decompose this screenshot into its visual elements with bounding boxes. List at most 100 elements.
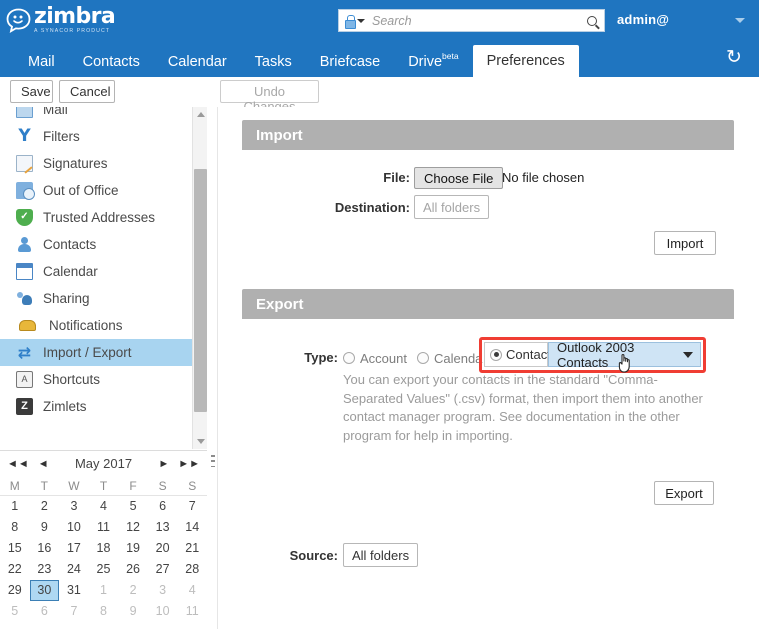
calendar-day[interactable]: 1 [0, 496, 30, 517]
calendar-day[interactable]: 7 [177, 496, 207, 517]
tab-calendar[interactable]: Calendar [154, 46, 241, 77]
account-name[interactable]: admin@ [617, 12, 669, 27]
tab-preferences[interactable]: Preferences [472, 45, 579, 77]
tab-briefcase[interactable]: Briefcase [306, 46, 394, 77]
calendar-day[interactable]: 17 [59, 538, 89, 559]
calendar-day[interactable]: 15 [0, 538, 30, 559]
export-button[interactable]: Export [654, 481, 714, 505]
calendar-day[interactable]: 13 [148, 517, 178, 538]
radio-option-account[interactable]: Account [343, 351, 407, 366]
destination-folder-select[interactable]: All folders [414, 195, 490, 219]
double-chevron-left-icon[interactable]: ◄◄ [7, 458, 29, 470]
calendar-day[interactable]: 25 [89, 559, 119, 580]
search-bar[interactable] [338, 9, 605, 32]
calendar-day[interactable]: 10 [148, 601, 178, 622]
calendar-day[interactable]: 28 [177, 559, 207, 580]
calendar-day[interactable]: 1 [89, 580, 119, 601]
scroll-down-button[interactable] [193, 434, 208, 449]
calendar-day[interactable]: 21 [177, 538, 207, 559]
undo-changes-button[interactable]: Undo Changes [220, 80, 319, 114]
calendar-day[interactable]: 2 [30, 496, 60, 517]
sidebar-item-calendar[interactable]: Calendar [0, 258, 192, 285]
sidebar-item-sharing[interactable]: Sharing [0, 285, 192, 312]
chevron-down-icon[interactable] [735, 18, 745, 23]
chevron-right-icon[interactable]: ► [158, 458, 169, 470]
calendar-day[interactable]: 20 [148, 538, 178, 559]
calendar-day[interactable]: 22 [0, 559, 30, 580]
calendar-day[interactable]: 4 [89, 496, 119, 517]
shield-check-icon [16, 209, 33, 226]
calendar-day[interactable]: 19 [118, 538, 148, 559]
calendar-day[interactable]: 3 [59, 496, 89, 517]
mini-calendar-next-controls[interactable]: ► ►► [158, 458, 200, 470]
sidebar-item-filters[interactable]: Filters [0, 123, 192, 150]
sidebar-item-shortcuts[interactable]: Shortcuts [0, 366, 192, 393]
calendar-dow-header: S [147, 476, 178, 496]
tab-drive[interactable]: Drive beta [394, 46, 472, 77]
mini-calendar-prev-controls[interactable]: ◄◄ ◄ [7, 458, 49, 470]
calendar-day[interactable]: 5 [0, 601, 30, 622]
save-button[interactable]: Save [10, 80, 53, 103]
scroll-up-button[interactable] [193, 107, 208, 122]
sidebar-scrollbar[interactable] [192, 107, 207, 449]
calendar-day[interactable]: 6 [148, 496, 178, 517]
calendar-day[interactable]: 27 [148, 559, 178, 580]
keyboard-key-icon [16, 371, 33, 388]
cancel-button[interactable]: Cancel [59, 80, 115, 103]
calendar-day[interactable]: 23 [30, 559, 60, 580]
sidebar-item-import-export[interactable]: Import / Export [0, 339, 192, 366]
sidebar-item-signatures[interactable]: Signatures [0, 150, 192, 177]
sidebar-item-out-of-office[interactable]: Out of Office [0, 177, 192, 204]
calendar-day[interactable]: 29 [0, 580, 30, 601]
scrollbar-thumb[interactable] [194, 169, 207, 412]
sidebar-item-trusted-addresses[interactable]: Trusted Addresses [0, 204, 192, 231]
calendar-day[interactable]: 11 [177, 601, 207, 622]
double-chevron-right-icon[interactable]: ►► [178, 458, 200, 470]
calendar-day[interactable]: 31 [59, 580, 89, 601]
calendar-day[interactable]: 11 [89, 517, 119, 538]
sidebar-item-notifications[interactable]: Notifications [0, 312, 192, 339]
calendar-day[interactable]: 7 [59, 601, 89, 622]
calendar-day[interactable]: 5 [118, 496, 148, 517]
calendar-day[interactable]: 24 [59, 559, 89, 580]
calendar-day[interactable]: 2 [118, 580, 148, 601]
calendar-day[interactable]: 4 [177, 580, 207, 601]
bell-icon [19, 320, 36, 331]
zimbra-logo[interactable]: zimbra A SYNACOR PRODUCT [6, 5, 116, 34]
calendar-day[interactable]: 18 [89, 538, 119, 559]
calendar-day[interactable]: 6 [30, 601, 60, 622]
calendar-day[interactable]: 26 [118, 559, 148, 580]
radio-option-calendar[interactable]: Calenda [416, 350, 483, 366]
sidebar-item-zimlets[interactable]: Zimlets [0, 393, 192, 420]
sidebar-item-mail[interactable]: Mail [0, 107, 192, 123]
calendar-day-today[interactable]: 30 [29, 580, 60, 601]
mail-icon [16, 107, 33, 118]
calendar-day[interactable]: 10 [59, 517, 89, 538]
search-scope-selector[interactable] [339, 10, 370, 31]
import-button[interactable]: Import [654, 231, 716, 255]
calendar-day[interactable]: 8 [0, 517, 30, 538]
tab-label: Tasks [254, 53, 292, 70]
calendar-day[interactable]: 12 [118, 517, 148, 538]
chevron-left-icon[interactable]: ◄ [38, 458, 49, 470]
source-folder-select[interactable]: All folders [343, 543, 419, 567]
calendar-day[interactable]: 8 [89, 601, 119, 622]
refresh-button[interactable]: ↻ [723, 47, 745, 69]
choose-file-button[interactable]: Choose File [414, 167, 504, 189]
calendar-day[interactable]: 16 [30, 538, 60, 559]
calendar-day[interactable]: 14 [177, 517, 207, 538]
radio-label: Calenda [433, 350, 483, 366]
panel-splitter[interactable] [208, 107, 218, 629]
sidebar-item-contacts[interactable]: Contacts [0, 231, 192, 258]
search-input[interactable] [370, 13, 580, 28]
tab-tasks[interactable]: Tasks [241, 46, 306, 77]
radio-option-contacts[interactable]: Contacts [484, 342, 557, 367]
calendar-day[interactable]: 9 [118, 601, 148, 622]
tab-contacts[interactable]: Contacts [69, 46, 154, 77]
tab-mail[interactable]: Mail [14, 46, 69, 77]
preferences-sidebar: Mail Filters Signatures Out of Office Truste… [0, 107, 192, 449]
calendar-day[interactable]: 3 [148, 580, 178, 601]
export-format-dropdown[interactable]: Outlook 2003 Contacts [548, 340, 701, 370]
search-submit-button[interactable] [580, 10, 604, 31]
calendar-day[interactable]: 9 [30, 517, 60, 538]
